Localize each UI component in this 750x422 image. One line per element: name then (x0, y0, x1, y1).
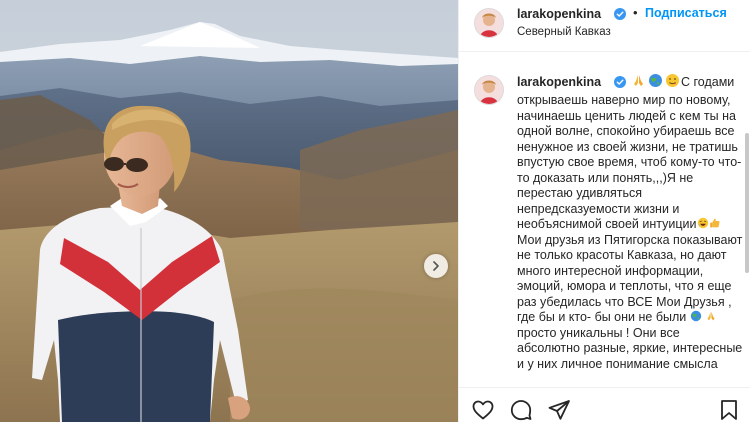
caption-area[interactable]: larakopenkina С годами открываешь наверн… (459, 53, 750, 387)
post-photo[interactable] (0, 0, 458, 422)
follow-button[interactable]: Подписаться (645, 6, 727, 20)
action-bar (459, 387, 750, 422)
caption-body: открываешь наверно мир по новому, начина… (517, 93, 742, 231)
heart-icon[interactable] (471, 398, 495, 422)
carousel-next-button[interactable] (424, 254, 448, 278)
paper-plane-icon[interactable] (547, 398, 571, 422)
bookmark-icon[interactable] (717, 398, 741, 422)
winking-face-emoji-icon (666, 74, 679, 87)
post-header: larakopenkina • Подписаться Северный Кав… (459, 0, 750, 52)
avatar[interactable] (474, 75, 504, 105)
mountain-portrait-image (0, 0, 458, 422)
post-author-username[interactable]: larakopenkina (517, 7, 601, 21)
globe-emoji-icon (649, 74, 662, 87)
caption-lead-text: С годами (681, 75, 735, 89)
post-details-panel: larakopenkina • Подписаться Северный Кав… (458, 0, 750, 422)
folded-hands-emoji-icon (707, 311, 715, 321)
profile-picture (475, 76, 503, 104)
folded-hands-emoji-icon (634, 75, 643, 86)
verified-badge-icon (614, 8, 626, 20)
caption-author-username[interactable]: larakopenkina (517, 75, 601, 89)
header-separator: • (633, 5, 638, 20)
laughing-face-emoji-icon (697, 217, 708, 229)
thumbs-up-emoji-icon (709, 218, 719, 228)
caption-body-unique: просто уникальны ! Они все абсолютно раз… (517, 325, 743, 371)
post-location[interactable]: Северный Кавказ (517, 26, 611, 38)
globe-emoji-icon (690, 310, 701, 322)
chevron-right-icon (433, 261, 439, 271)
scrollbar-thumb[interactable] (745, 133, 749, 273)
avatar[interactable] (474, 8, 504, 38)
profile-picture (475, 9, 503, 37)
caption-text: открываешь наверно мир по новому, начина… (517, 93, 749, 372)
comment-icon[interactable] (509, 398, 533, 422)
instagram-post-view: larakopenkina • Подписаться Северный Кав… (0, 0, 750, 422)
caption-scrollbar[interactable] (744, 53, 750, 387)
verified-badge-icon (614, 76, 626, 88)
